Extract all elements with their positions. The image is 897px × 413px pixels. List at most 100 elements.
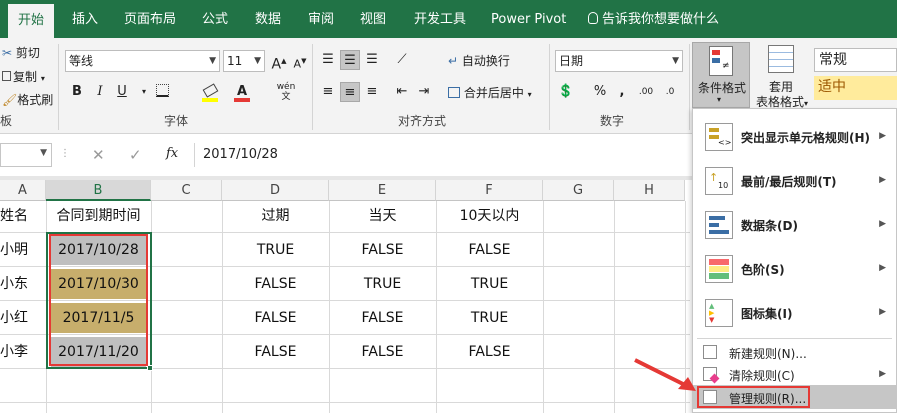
- cell-a3[interactable]: 小东: [0, 267, 46, 301]
- name-box[interactable]: ▼: [0, 143, 52, 167]
- cell-f3[interactable]: TRUE: [436, 267, 543, 301]
- number-group-label: 数字: [600, 114, 625, 128]
- tab-data[interactable]: 数据: [255, 0, 281, 38]
- cell-f5[interactable]: FALSE: [436, 335, 543, 369]
- tell-me-box[interactable]: 告诉我你想要做什么: [588, 0, 719, 38]
- format-painter-button[interactable]: 🖌格式刷: [2, 91, 53, 108]
- cell-f1[interactable]: 10天以内: [436, 199, 543, 233]
- menu-item-clear-rules[interactable]: 清除规则(C) ▶: [693, 363, 896, 385]
- increase-font-icon[interactable]: A▲: [269, 51, 289, 73]
- increase-indent-icon[interactable]: ⇥: [414, 82, 434, 102]
- underline-button[interactable]: U: [112, 82, 132, 102]
- phonetic-guide-icon[interactable]: wén 文: [276, 82, 296, 102]
- cell-f4[interactable]: TRUE: [436, 301, 543, 335]
- cell-a5[interactable]: 小李: [0, 335, 46, 369]
- menu-item-icon-sets[interactable]: ▲ ▶ ▼ 图标集(I) ▶: [693, 291, 896, 335]
- clipboard-group-label: 板: [0, 114, 13, 128]
- tab-view[interactable]: 视图: [360, 0, 386, 38]
- tab-insert[interactable]: 插入: [72, 0, 98, 38]
- tab-developer[interactable]: 开发工具: [414, 0, 466, 38]
- align-bottom-icon[interactable]: ☰: [362, 50, 382, 70]
- cell-d5[interactable]: FALSE: [222, 335, 329, 369]
- column-header-d[interactable]: D: [222, 180, 329, 201]
- tab-page-layout[interactable]: 页面布局: [124, 0, 176, 38]
- align-center-icon[interactable]: ≡: [340, 82, 360, 102]
- tab-formulas[interactable]: 公式: [202, 0, 228, 38]
- decrease-indent-icon[interactable]: ⇤: [392, 82, 412, 102]
- column-header-h[interactable]: H: [614, 180, 685, 201]
- cancel-icon[interactable]: ✕: [92, 146, 105, 164]
- chevron-down-icon: ▼: [254, 56, 261, 66]
- wrap-text-button[interactable]: ↵ 自动换行: [448, 52, 510, 69]
- menu-item-data-bars[interactable]: 数据条(D) ▶: [693, 203, 896, 247]
- orientation-icon[interactable]: ⟋: [392, 50, 412, 70]
- column-header-g[interactable]: G: [543, 180, 614, 201]
- comma-style-button[interactable]: ,: [612, 82, 632, 102]
- cut-button[interactable]: ✂ 剪切: [2, 44, 40, 61]
- decrease-decimal-icon[interactable]: .0: [660, 82, 680, 102]
- column-header-b[interactable]: B: [46, 180, 151, 201]
- menu-item-manage-rules[interactable]: 管理规则(R)...: [693, 385, 896, 409]
- chevron-down-icon[interactable]: ▾: [134, 82, 154, 102]
- cell-style-neutral[interactable]: 适中: [814, 76, 897, 100]
- cell-e2[interactable]: FALSE: [329, 233, 436, 267]
- cell-d4[interactable]: FALSE: [222, 301, 329, 335]
- copy-button[interactable]: 复制 ▾: [2, 68, 45, 85]
- menu-item-top-bottom-rules[interactable]: ↑ 10 最前/最后规则(T) ▶: [693, 159, 896, 203]
- conditional-formatting-button[interactable]: ≠ 条件格式 ▾: [692, 42, 750, 108]
- insert-function-button[interactable]: fx: [166, 146, 178, 161]
- tab-home[interactable]: 开始: [8, 4, 55, 38]
- new-rule-icon: [703, 345, 717, 359]
- cell-a4[interactable]: 小红: [0, 301, 46, 335]
- cell-style-normal[interactable]: 常规: [814, 48, 897, 72]
- format-as-table-button[interactable]: 套用 表格格式▾: [752, 42, 810, 109]
- italic-button[interactable]: I: [90, 82, 110, 102]
- font-size-select[interactable]: 11 ▼: [223, 50, 265, 72]
- menu-item-color-scales[interactable]: 色阶(S) ▶: [693, 247, 896, 291]
- cell-d1[interactable]: 过期: [222, 199, 329, 233]
- highlight-cells-icon: <>: [705, 123, 733, 151]
- top-bottom-icon: ↑ 10: [705, 167, 733, 195]
- fill-color-icon[interactable]: [200, 82, 220, 102]
- column-header-c[interactable]: C: [151, 180, 222, 201]
- menu-label: 突出显示单元格规则(H): [741, 131, 871, 145]
- cell-d3[interactable]: FALSE: [222, 267, 329, 301]
- tab-power-pivot[interactable]: Power Pivot: [491, 0, 566, 38]
- percent-button[interactable]: %: [590, 82, 610, 102]
- formula-input[interactable]: 2017/10/28: [194, 143, 694, 167]
- cell-e1[interactable]: 当天: [329, 199, 436, 233]
- font-name-select[interactable]: 等线 ▼: [65, 50, 220, 72]
- align-right-icon[interactable]: ≡: [362, 82, 382, 102]
- cell-e5[interactable]: FALSE: [329, 335, 436, 369]
- format-as-table-icon: [768, 45, 794, 73]
- cell-a1[interactable]: 姓名: [0, 199, 46, 233]
- chevron-right-icon: ▶: [879, 369, 886, 379]
- color-scales-icon: [705, 255, 733, 283]
- merge-center-button[interactable]: 合并后居中 ▾: [448, 84, 532, 101]
- borders-icon[interactable]: [152, 82, 172, 102]
- font-color-icon[interactable]: A: [232, 82, 252, 102]
- enter-icon[interactable]: ✓: [129, 146, 142, 164]
- cell-f2[interactable]: FALSE: [436, 233, 543, 267]
- cell-d2[interactable]: TRUE: [222, 233, 329, 267]
- cell-a2[interactable]: 小明: [0, 233, 46, 267]
- menu-label: 清除规则(C): [729, 369, 795, 383]
- column-header-e[interactable]: E: [329, 180, 436, 201]
- cell-e4[interactable]: FALSE: [329, 301, 436, 335]
- menu-label: 图标集(I): [741, 307, 793, 321]
- menu-item-new-rule[interactable]: 新建规则(N)...: [693, 341, 896, 363]
- cell-b1[interactable]: 合同到期时间: [46, 199, 151, 233]
- cell-e3[interactable]: TRUE: [329, 267, 436, 301]
- column-header-f[interactable]: F: [436, 180, 543, 201]
- align-top-icon[interactable]: ☰: [318, 50, 338, 70]
- align-middle-icon[interactable]: ☰: [340, 50, 360, 70]
- bold-button[interactable]: B: [67, 82, 87, 102]
- tab-review[interactable]: 审阅: [308, 0, 334, 38]
- align-left-icon[interactable]: ≡: [318, 82, 338, 102]
- menu-item-highlight-cells-rules[interactable]: <> 突出显示单元格规则(H) ▶: [693, 115, 896, 159]
- column-header-a[interactable]: A: [0, 180, 46, 201]
- number-format-select[interactable]: 日期 ▼: [555, 50, 683, 72]
- decrease-font-icon[interactable]: A▼: [290, 51, 310, 71]
- currency-icon[interactable]: 💲: [556, 82, 576, 102]
- increase-decimal-icon[interactable]: .00: [636, 82, 656, 102]
